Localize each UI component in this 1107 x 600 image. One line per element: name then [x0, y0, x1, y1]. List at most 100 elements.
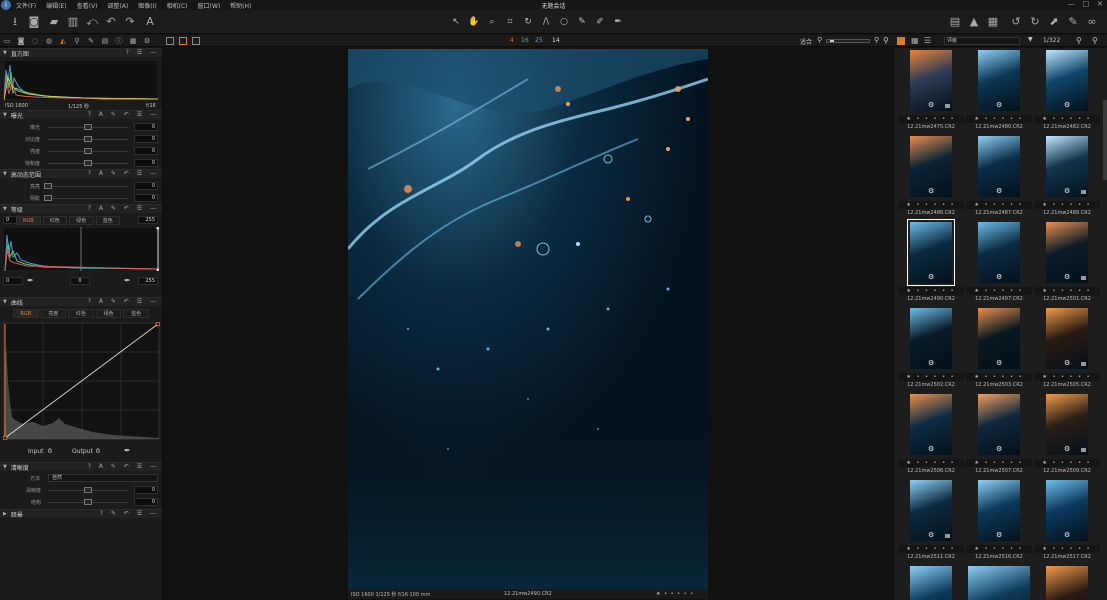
thumbnail-image[interactable]	[968, 566, 1030, 600]
thumbnail-image[interactable]: ⚙	[978, 50, 1020, 111]
thumbnail-cell[interactable]: ⚙ ★ • • • • • 12.21mw2507.CR2	[966, 392, 1034, 476]
app-logo-icon[interactable]: i	[1, 0, 11, 10]
collapse-arrow-icon[interactable]: ▼	[3, 299, 7, 305]
menu-adjust[interactable]: 调整(A)	[107, 1, 128, 10]
curves-tab-blue[interactable]: 蓝色	[123, 309, 149, 318]
grid-icon[interactable]: ▦	[985, 14, 1001, 30]
curves-tab-luma[interactable]: 亮度	[40, 309, 67, 318]
clarity-method-select[interactable]: 自然	[48, 474, 158, 482]
thumbnail-rating[interactable]: ★ • • • • •	[1034, 459, 1100, 467]
thumbnail-image[interactable]: ⚙	[910, 480, 952, 541]
color-tab-icon[interactable]: ◍	[44, 36, 54, 46]
thumbnail-image[interactable]: ⚙	[1046, 136, 1088, 197]
thumbnail-cell[interactable]: ⚙ ★ • • • • • 12.21mw2482.CR2	[1034, 48, 1102, 132]
filmstrip-icon[interactable]: ☰	[924, 36, 931, 45]
menu-view[interactable]: 查看(V)	[77, 1, 98, 10]
saturation-value[interactable]: 0	[134, 159, 158, 167]
thumbnail-rating[interactable]: ★ • • • • •	[1034, 115, 1100, 123]
main-photo[interactable]	[348, 49, 708, 589]
contrast-knob[interactable]	[84, 136, 92, 142]
thumbnail-cell[interactable]: ⚙ ★ • • • • • 12.21mw2475.CR2	[898, 48, 966, 132]
rotate-left-icon[interactable]: ↺	[1008, 14, 1024, 30]
thumbnail-image[interactable]: ⚙	[978, 308, 1020, 369]
edit-icon[interactable]: ✎	[1065, 14, 1081, 30]
batch-tab-icon[interactable]: ▦	[128, 36, 138, 46]
library-tab-icon[interactable]: ▭	[2, 36, 12, 46]
levels-header[interactable]: ▼ 等级 ? A ✎ ↶ ☰ —	[0, 204, 162, 214]
thumbnail-rating[interactable]: ★ • • • • •	[1034, 545, 1100, 553]
maximize-icon[interactable]: □	[1083, 0, 1090, 8]
shadow-value[interactable]: 0	[134, 194, 158, 202]
compare-view-icon[interactable]	[192, 37, 200, 45]
thumbnail-cell[interactable]	[898, 564, 966, 600]
brightness-knob[interactable]	[84, 148, 92, 154]
glasses-icon[interactable]: ∞	[1084, 14, 1100, 30]
highlight-value[interactable]: 0	[134, 182, 158, 190]
thumbnail-image[interactable]: ⚙	[978, 222, 1020, 283]
highlight-track[interactable]	[48, 186, 128, 187]
rotate-right-icon[interactable]: ↻	[1027, 14, 1043, 30]
thumbnail-image[interactable]: ⚙	[910, 136, 952, 197]
section-controls[interactable]: ? A ✎ ↶ ☰ —	[88, 463, 159, 470]
reset-icon[interactable]: ⤺	[84, 14, 100, 30]
zoom-slider-knob[interactable]	[830, 40, 834, 42]
thumbnail-cell[interactable]: ⚙ ★ • • • • • 12.21mw2490.CR2	[898, 219, 966, 304]
levels-tab-rgb[interactable]: RGB	[16, 216, 41, 225]
menu-edit[interactable]: 编辑(E)	[46, 1, 66, 10]
thumbnail-cell[interactable]: ⚙ ★ • • • • • 12.21mw2511.CR2	[898, 478, 966, 562]
thumbnail-rating[interactable]: ★ • • • • •	[966, 373, 1032, 381]
exposure-tab-icon[interactable]: ◭	[58, 36, 68, 46]
thumbnail-cell[interactable]	[1034, 564, 1102, 600]
count-white[interactable]: 14	[552, 37, 560, 44]
loupe-icon[interactable]: ⌕	[485, 15, 499, 29]
select-cursor-icon[interactable]: ↖	[449, 15, 463, 29]
curves-header[interactable]: ▼ 曲线 ? A ✎ ↶ ☰ —	[0, 297, 162, 307]
crop-icon[interactable]: ⌗	[503, 15, 517, 29]
tools-tab-icon[interactable]: ⚙	[142, 36, 152, 46]
undo-icon[interactable]: ↶	[103, 14, 119, 30]
thumbnail-rating[interactable]: ★ • • • • •	[966, 287, 1032, 295]
list-view-icon[interactable]: ▦	[911, 36, 919, 45]
rotate-icon[interactable]: ↻	[521, 15, 535, 29]
section-controls[interactable]: ? A ✎ ↶ ☰ —	[88, 298, 159, 305]
thumbnail-rating[interactable]: ★ • • • • •	[966, 201, 1032, 209]
thumbnail-cell[interactable]: ⚙ ★ • • • • • 12.21mw2516.CR2	[966, 478, 1034, 562]
expand-arrow-icon[interactable]: ▶	[3, 511, 7, 517]
exposure-knob[interactable]	[84, 124, 92, 130]
thumbnail-rating[interactable]: ★ • • • • •	[898, 115, 964, 123]
count-blue[interactable]: 25	[535, 37, 543, 44]
thumbnail-cell[interactable]: ⚙ ★ • • • • • 12.21mw2502.CR2	[898, 306, 966, 390]
thumbnail-cell[interactable]: ⚙ ★ • • • • • 12.21mw2501.CR2	[1034, 220, 1102, 304]
thumbnail-rating[interactable]: ★ • • • • •	[1034, 287, 1100, 295]
collapse-arrow-icon[interactable]: ▼	[3, 464, 7, 470]
photo-rating[interactable]: ★ • • • • •	[656, 591, 694, 597]
thumbnail-cell[interactable]: ⚙ ★ • • • • • 12.21mw2487.CR2	[966, 134, 1034, 218]
section-controls[interactable]: ? ✎ ↶ ☰ —	[100, 510, 159, 517]
levels-bottom-right-value[interactable]: 255	[138, 277, 158, 285]
thumbnail-image[interactable]: ⚙	[1046, 50, 1088, 111]
menu-image[interactable]: 图像(I)	[138, 1, 156, 10]
thumbnail-image[interactable]: ⚙	[910, 394, 952, 455]
thumbnail-cell[interactable]: ⚙ ★ • • • • • 12.21mw2506.CR2	[898, 392, 966, 476]
thumbnail-cell[interactable]: ⚙ ★ • • • • • 12.21mw2497.CR2	[966, 220, 1034, 304]
minimize-icon[interactable]: —	[1068, 0, 1075, 8]
contrast-value[interactable]: 0	[134, 135, 158, 143]
curves-eyedropper-icon[interactable]: ✒	[124, 446, 131, 455]
thumbnail-image[interactable]	[910, 566, 952, 600]
collapse-arrow-icon[interactable]: ▼	[3, 50, 7, 56]
thumbnail-rating[interactable]: ★ • • • • •	[1034, 201, 1100, 209]
thumbnail-cell[interactable]: ⚙ ★ • • • • • 12.21mw2503.CR2	[966, 306, 1034, 390]
section-controls[interactable]: ? A ✎ ↶ ☰ —	[88, 170, 159, 177]
warning-icon[interactable]: ▲	[966, 14, 982, 30]
exposure-value[interactable]: 0	[134, 123, 158, 131]
thumbnail-image[interactable]	[1046, 566, 1088, 600]
spot-removal-icon[interactable]: ○	[557, 15, 571, 29]
zoom-slider[interactable]	[826, 39, 870, 43]
thumbnail-image[interactable]: ⚙	[907, 219, 955, 286]
clarity-value[interactable]: 0	[134, 486, 158, 494]
thumbnail-cell[interactable]: ⚙ ★ • • • • • 12.21mw2480.CR2	[966, 48, 1034, 132]
brush-icon[interactable]: ✎	[575, 15, 589, 29]
exposure-header[interactable]: ▼ 曝光 ? A ✎ ↶ ☰ —	[0, 110, 162, 120]
eyedropper-icon[interactable]: ✒	[27, 276, 34, 285]
levels-tab-blue[interactable]: 蓝色	[95, 216, 120, 225]
